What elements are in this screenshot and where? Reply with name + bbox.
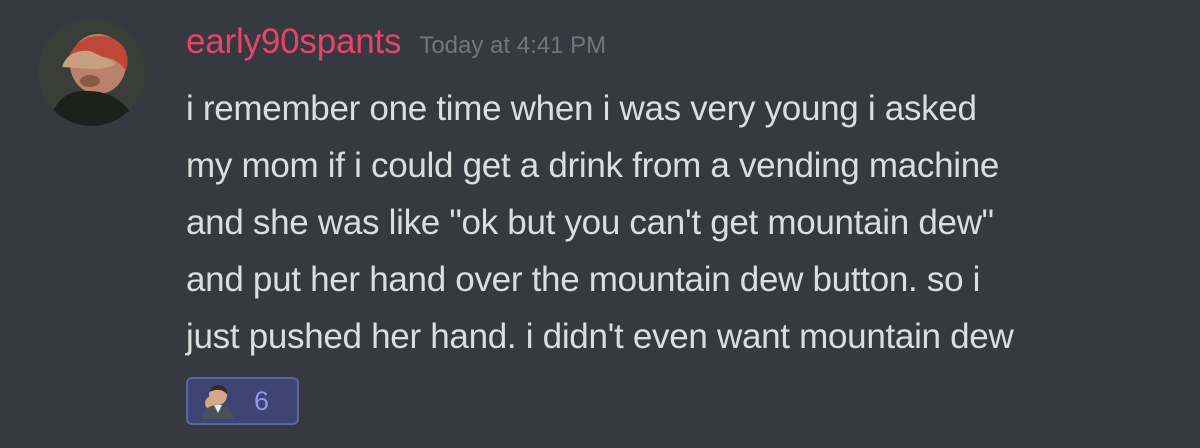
message-line: i remember one time when i was very youn… xyxy=(186,89,977,128)
message-line: just pushed her hand. i didn't even want… xyxy=(186,317,1014,356)
message-line: my mom if i could get a drink from a ven… xyxy=(186,146,1000,185)
message-line: and put her hand over the mountain dew b… xyxy=(186,260,981,299)
chat-message: early90spants Today at 4:41 PM i remembe… xyxy=(0,0,1200,448)
reaction-button[interactable]: 6 xyxy=(186,377,299,425)
message-header: early90spants Today at 4:41 PM xyxy=(186,22,606,72)
message-content: i remember one time when i was very youn… xyxy=(186,80,1186,365)
username[interactable]: early90spants xyxy=(186,22,402,62)
message-line: and she was like "ok but you can't get m… xyxy=(186,203,994,242)
avatar[interactable] xyxy=(38,19,145,126)
avatar-icon xyxy=(38,19,145,126)
reaction-count: 6 xyxy=(254,385,270,416)
timestamp[interactable]: Today at 4:41 PM xyxy=(419,32,606,60)
man-emoji-icon xyxy=(198,383,236,419)
